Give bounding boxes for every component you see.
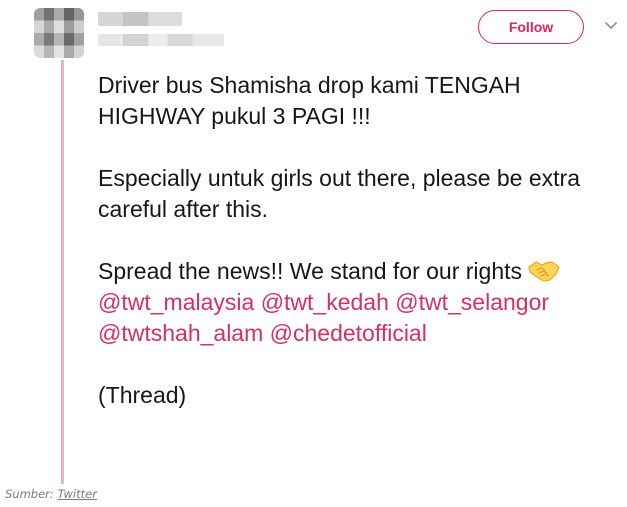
chevron-down-icon[interactable] — [604, 19, 618, 33]
tweet-text: Driver bus Shamisha drop kami TENGAH HIG… — [98, 70, 614, 411]
follow-button-label: Follow — [508, 19, 554, 35]
source-link[interactable]: Twitter — [57, 487, 97, 501]
thread-connector-line — [61, 60, 64, 484]
follow-button[interactable]: Follow — [478, 10, 584, 44]
tweet-paragraph-2: Especially untuk girls out there, please… — [98, 165, 580, 222]
handshake-icon — [528, 258, 560, 284]
source-caption: Sumber: Twitter — [5, 487, 97, 501]
tweet-paragraph-3-text: Spread the news!! We stand for our right… — [98, 258, 523, 284]
blurred-username[interactable] — [98, 34, 224, 46]
mention-link[interactable]: @twt_malaysia — [98, 289, 254, 315]
mention-link[interactable]: @chedetofficial — [270, 320, 427, 346]
source-prefix: Sumber: — [5, 487, 54, 501]
mention-link[interactable]: @twt_selangor — [395, 289, 549, 315]
tweet-paragraph-3: Spread the news!! We stand for our right… — [98, 256, 614, 349]
mention-link[interactable]: @twtshah_alam — [98, 320, 263, 346]
mention-link[interactable]: @twt_kedah — [261, 289, 389, 315]
tweet-paragraph-4: (Thread) — [98, 382, 187, 408]
avatar[interactable] — [34, 8, 84, 58]
blurred-display-name[interactable] — [98, 12, 182, 26]
tweet-paragraph-1: Driver bus Shamisha drop kami TENGAH HIG… — [98, 72, 521, 129]
